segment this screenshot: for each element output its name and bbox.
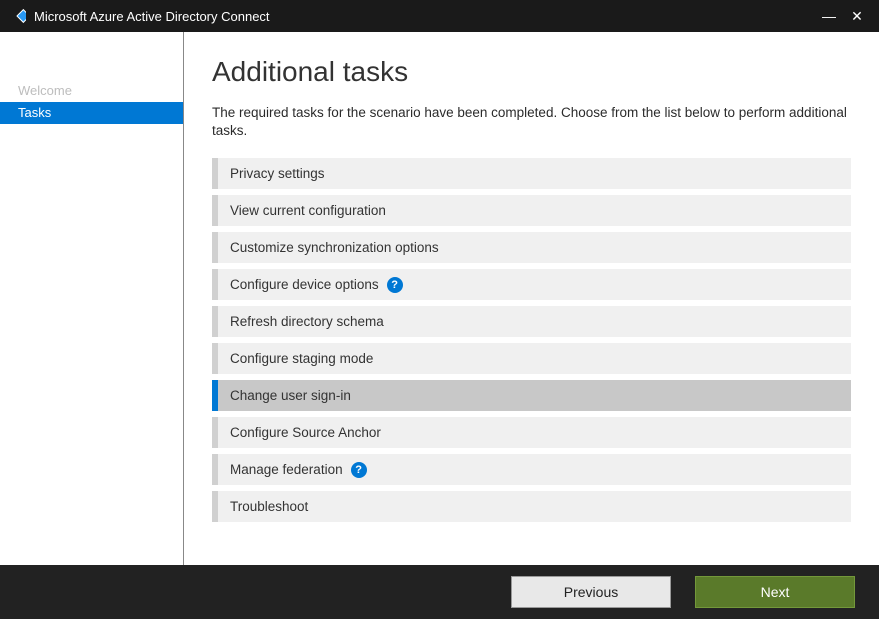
window-title: Microsoft Azure Active Directory Connect (34, 9, 815, 24)
task-item[interactable]: Change user sign-in (212, 380, 851, 411)
help-icon[interactable]: ? (351, 462, 367, 478)
task-item[interactable]: Configure device options? (212, 269, 851, 300)
task-list: Privacy settings View current configurati… (212, 158, 851, 522)
task-label: Configure Source Anchor (230, 425, 381, 440)
sidebar-item-welcome[interactable]: Welcome (0, 80, 183, 102)
task-item[interactable]: View current configuration (212, 195, 851, 226)
previous-button[interactable]: Previous (511, 576, 671, 608)
task-item[interactable]: Customize synchronization options (212, 232, 851, 263)
footer: Previous Next (0, 565, 879, 619)
task-label: View current configuration (230, 203, 386, 218)
task-label: Configure device options (230, 277, 379, 292)
page-title: Additional tasks (212, 56, 851, 88)
sidebar-item-tasks[interactable]: Tasks (0, 102, 183, 124)
task-item[interactable]: Privacy settings (212, 158, 851, 189)
sidebar: WelcomeTasks (0, 32, 184, 565)
app-icon (8, 7, 26, 25)
next-button[interactable]: Next (695, 576, 855, 608)
task-label: Refresh directory schema (230, 314, 384, 329)
task-label: Configure staging mode (230, 351, 373, 366)
task-item[interactable]: Manage federation? (212, 454, 851, 485)
task-label: Customize synchronization options (230, 240, 439, 255)
task-label: Troubleshoot (230, 499, 308, 514)
minimize-button[interactable]: ― (815, 8, 843, 24)
titlebar: Microsoft Azure Active Directory Connect… (0, 0, 879, 32)
task-item[interactable]: Configure Source Anchor (212, 417, 851, 448)
window-body: WelcomeTasks Additional tasks The requir… (0, 32, 879, 565)
task-item[interactable]: Refresh directory schema (212, 306, 851, 337)
task-label: Privacy settings (230, 166, 325, 181)
task-item[interactable]: Troubleshoot (212, 491, 851, 522)
help-icon[interactable]: ? (387, 277, 403, 293)
page-intro: The required tasks for the scenario have… (212, 104, 851, 140)
task-label: Manage federation (230, 462, 343, 477)
main-content: Additional tasks The required tasks for … (184, 32, 879, 565)
task-item[interactable]: Configure staging mode (212, 343, 851, 374)
close-button[interactable]: ✕ (843, 8, 871, 25)
task-label: Change user sign-in (230, 388, 351, 403)
